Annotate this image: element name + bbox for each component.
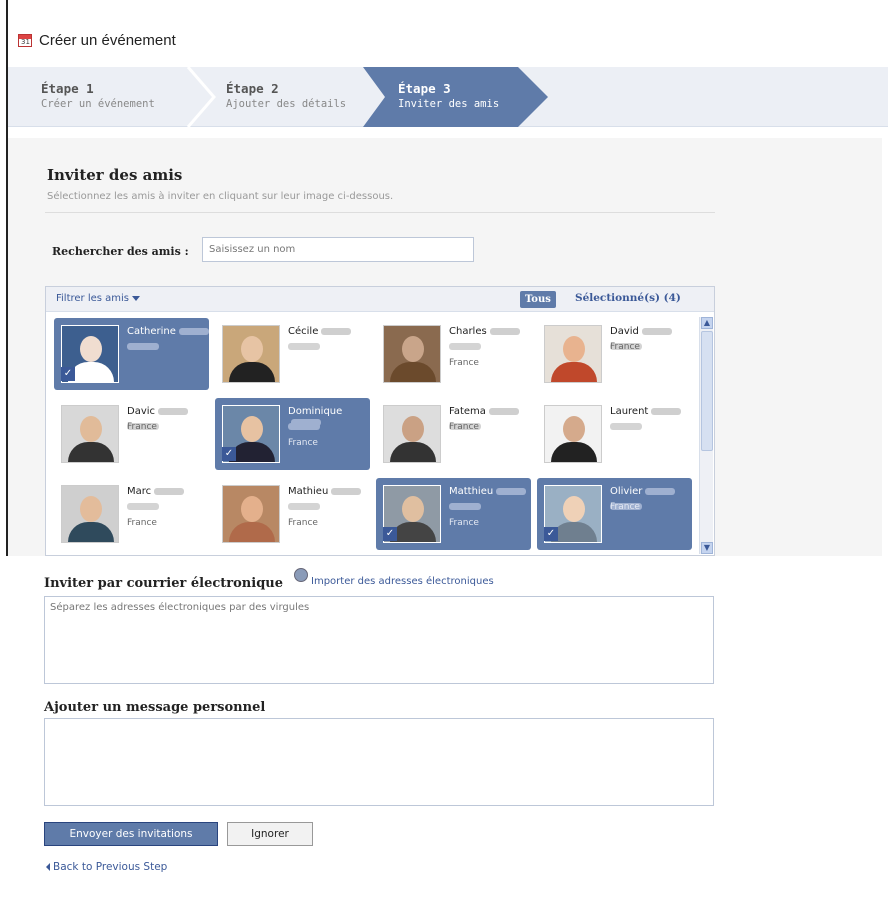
friend-name: Olivier [610, 486, 676, 497]
blurred-surname [331, 487, 362, 495]
chevron-down-icon [132, 295, 141, 301]
blurred-detail [449, 503, 481, 510]
friend-card[interactable]: Mathieu France [215, 478, 370, 550]
blurred-surname [651, 407, 682, 415]
import-addresses-link[interactable]: Importer des adresses électroniques [311, 576, 494, 587]
friend-photo[interactable] [544, 405, 602, 463]
friend-name: Marc [127, 486, 185, 497]
friend-name: Fatema [449, 406, 519, 417]
friend-location: France [610, 342, 640, 352]
friend-photo[interactable] [383, 405, 441, 463]
step-2[interactable]: Étape 2 Ajouter des détails [226, 67, 346, 127]
personal-message-title: Ajouter un message personnel [44, 700, 266, 715]
blurred-surname [488, 407, 519, 415]
friend-photo[interactable] [61, 485, 119, 543]
checkmark-icon: ✓ [544, 527, 558, 541]
checkmark-icon: ✓ [61, 367, 75, 381]
friend-location: France [127, 422, 157, 432]
friend-photo[interactable] [383, 325, 441, 383]
friend-card[interactable]: Charles France [376, 318, 531, 390]
blurred-surname [489, 327, 520, 335]
friend-card[interactable]: Catherine ✓ [54, 318, 209, 390]
friend-location: France [288, 438, 318, 448]
scroll-down-icon[interactable]: ▼ [701, 542, 713, 554]
section-title-invite-friends: Inviter des amis [47, 166, 183, 184]
friend-name: Catherine [127, 326, 209, 337]
blurred-detail [288, 423, 320, 430]
friend-photo[interactable] [544, 325, 602, 383]
friend-name: Charles [449, 326, 520, 337]
calendar-icon: 31 [18, 33, 32, 47]
filter-friends-dropdown[interactable]: Filtrer les amis [56, 293, 141, 304]
friend-card[interactable]: Marc France [54, 478, 209, 550]
friends-selector: Filtrer les amis Tous Sélectionné(s) (4)… [45, 286, 715, 556]
friend-card[interactable]: Olivier France ✓ [537, 478, 692, 550]
step-progress-bar: Étape 1 Créer un événement Étape 2 Ajout… [8, 67, 888, 127]
friends-scrollbar[interactable]: ▲ ▼ [699, 317, 713, 554]
blurred-surname [321, 327, 352, 335]
friend-name: Davic [127, 406, 189, 417]
checkmark-icon: ✓ [383, 527, 397, 541]
search-friends-label: Rechercher des amis : [52, 245, 189, 258]
friend-card[interactable]: Davic France [54, 398, 209, 470]
friend-name: Cécile [288, 326, 352, 337]
friend-location: France [288, 518, 318, 528]
scroll-up-icon[interactable]: ▲ [701, 317, 713, 329]
friend-location: France [127, 518, 157, 528]
blurred-surname [645, 487, 676, 495]
page-title: Créer un événement [39, 31, 176, 49]
friend-name: David [610, 326, 672, 337]
blurred-detail [288, 343, 320, 350]
blurred-detail [127, 503, 159, 510]
friend-photo[interactable] [222, 325, 280, 383]
section-subtitle: Sélectionnez les amis à inviter en cliqu… [47, 191, 394, 202]
tab-all[interactable]: Tous [520, 291, 556, 308]
blurred-detail [610, 423, 642, 430]
friend-location: France [610, 502, 640, 512]
blurred-surname [178, 327, 209, 335]
step-3-active: Étape 3 Inviter des amis [398, 81, 500, 110]
friend-card[interactable]: Cécile [215, 318, 370, 390]
divider [45, 212, 715, 213]
import-contacts-icon [294, 568, 308, 582]
friend-name: Matthieu [449, 486, 527, 497]
blurred-surname [496, 487, 527, 495]
friend-photo[interactable] [222, 485, 280, 543]
friends-toolbar: Filtrer les amis Tous Sélectionné(s) (4) [46, 287, 714, 312]
friend-card[interactable]: Dominique France ✓ [215, 398, 370, 470]
back-arrow-icon [46, 863, 50, 871]
back-to-previous-step-link[interactable]: Back to Previous Step [46, 861, 167, 873]
friend-name: Laurent [610, 406, 682, 417]
email-addresses-field[interactable] [44, 596, 714, 684]
blurred-surname [641, 327, 672, 335]
friend-location: France [449, 422, 479, 432]
friend-name: Mathieu [288, 486, 362, 497]
blurred-surname [154, 487, 185, 495]
ignore-button[interactable]: Ignorer [227, 822, 313, 846]
checkmark-icon: ✓ [222, 447, 236, 461]
friend-photo[interactable] [61, 405, 119, 463]
blurred-detail [449, 343, 481, 350]
blurred-detail [288, 503, 320, 510]
tab-selected[interactable]: Sélectionné(s) (4) [575, 292, 681, 304]
friend-card[interactable]: David France [537, 318, 692, 390]
friend-location: France [449, 358, 479, 368]
friend-card[interactable]: Laurent [537, 398, 692, 470]
blurred-surname [158, 407, 189, 415]
friend-card[interactable]: Matthieu France ✓ [376, 478, 531, 550]
page-header: 31 Créer un événement [18, 27, 176, 53]
step-1[interactable]: Étape 1 Créer un événement [41, 67, 155, 127]
personal-message-field[interactable] [44, 718, 714, 806]
search-friends-input[interactable] [202, 237, 474, 262]
friend-card[interactable]: Fatema France [376, 398, 531, 470]
email-invite-title: Inviter par courrier électronique [44, 576, 284, 591]
friend-location: France [449, 518, 479, 528]
blurred-detail [127, 343, 159, 350]
send-invitations-button[interactable]: Envoyer des invitations [44, 822, 218, 846]
scroll-thumb[interactable] [701, 331, 713, 451]
step-separator [186, 67, 216, 127]
